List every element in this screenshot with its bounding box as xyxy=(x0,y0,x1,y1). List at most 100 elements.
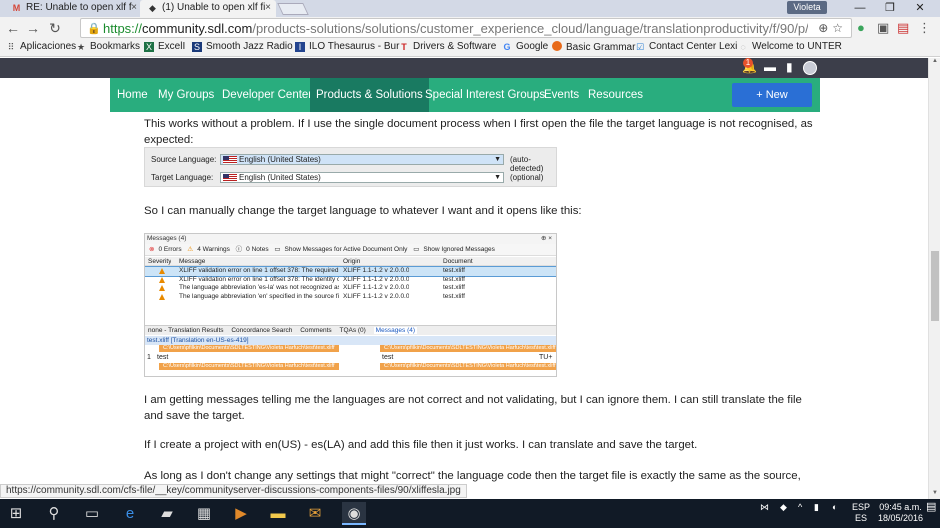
note-icon: ⓘ xyxy=(235,246,243,253)
post-paragraph: This works without a problem. If I use t… xyxy=(144,118,813,146)
chevron-down-icon: ▼ xyxy=(494,156,501,163)
bookmark-icon[interactable]: ▮ xyxy=(786,60,793,74)
messages-panel-screenshot[interactable]: Messages (4) ⊕ × ⊗ 0 Errors ⚠ 4 Warnings ⓘ 0… xyxy=(144,233,557,377)
volume-icon[interactable]: ◐ xyxy=(832,502,837,513)
scrollbar-thumb[interactable] xyxy=(931,251,939,321)
new-tab-button[interactable] xyxy=(277,3,309,15)
target-language-select: English (United States) ▼ xyxy=(220,172,504,183)
nav-developer-center[interactable]: Developer Center xyxy=(216,78,318,112)
close-window-button[interactable]: ✕ xyxy=(905,0,935,17)
bookmark-drivers[interactable]: T Drivers & Software xyxy=(399,41,496,52)
excel-icon: X xyxy=(144,42,154,52)
windows-start-icon[interactable]: ⊞ xyxy=(4,502,28,525)
warning-icon: ⚠ xyxy=(187,246,194,253)
back-icon[interactable]: ← xyxy=(4,19,22,37)
warning-icon xyxy=(159,285,165,291)
contact-icon: ☑ xyxy=(635,42,645,52)
un-icon: ◌ xyxy=(740,42,746,52)
store-icon[interactable]: ▦ xyxy=(192,502,216,525)
address-bar[interactable]: 🔒 https://community.sdl.com/products-sol… xyxy=(80,18,852,38)
grammar-icon xyxy=(552,41,562,51)
notification-badge: 1 xyxy=(743,58,753,68)
tools-icon: T xyxy=(401,42,407,52)
editor-segments: C:\Users\pfilkin\Documents\SDLTESTING\Vi… xyxy=(145,345,556,376)
tray-chevron-icon[interactable]: ^ xyxy=(798,502,802,513)
windows-taskbar: ⊞ ⚲ ▭ e ▰ ▦ ▶ ▬ ✉ S ◉ ⋈ ◆ ^ ▮ ◐ ESPES 09… xyxy=(0,499,940,528)
nav-home[interactable]: Home xyxy=(111,78,154,112)
google-icon: G xyxy=(503,42,511,52)
profile-button[interactable]: Violeta xyxy=(787,1,827,14)
action-center-icon[interactable]: ▤ xyxy=(926,502,936,513)
nav-resources[interactable]: Resources xyxy=(582,78,649,112)
bookmark-apps[interactable]: ⠿ Aplicaciones xyxy=(6,41,76,52)
post-paragraph: As long as I don't change any settings t… xyxy=(144,470,801,482)
scroll-down-icon[interactable]: ▼ xyxy=(929,490,940,496)
clock[interactable]: 09:45 a.m. 18/05/2016 xyxy=(878,502,923,524)
post-paragraph: If I create a project with en(US) - es(L… xyxy=(144,439,698,451)
task-view-icon[interactable]: ▭ xyxy=(80,502,104,525)
bookmark-un[interactable]: ◌ Welcome to UNTER xyxy=(738,41,842,52)
mail-app-icon[interactable]: ✉ xyxy=(303,502,327,525)
tray-people-icon[interactable]: ⋈ xyxy=(760,502,769,513)
warning-icon xyxy=(159,268,165,274)
document-icon: ▭ xyxy=(413,246,420,253)
reload-icon[interactable]: ↻ xyxy=(46,19,64,37)
bookmark-contact-center[interactable]: ☑ Contact Center Lexi xyxy=(635,41,737,52)
warning-icon xyxy=(159,276,165,283)
document-icon: ▭ xyxy=(274,246,281,253)
search-icon[interactable]: ⚲ xyxy=(42,502,66,525)
nav-my-groups[interactable]: My Groups xyxy=(152,78,220,112)
language-settings-screenshot: Source Language: English (United States)… xyxy=(144,147,557,187)
file-explorer-icon[interactable]: ▰ xyxy=(155,502,179,525)
scroll-up-icon[interactable]: ▲ xyxy=(929,58,940,64)
messages-icon[interactable]: ▬ xyxy=(764,60,776,74)
web-page: 🔔 1 ▬ ▮ Home My Groups Developer Center … xyxy=(0,58,928,484)
page-scrollbar[interactable]: ▲ ▼ xyxy=(928,58,940,499)
messages-table-body: XLIFF validation error on line 1 offset … xyxy=(145,266,556,302)
site-top-strip: 🔔 1 ▬ ▮ xyxy=(0,58,928,78)
bookmark-star-icon[interactable]: ⊕☆ xyxy=(818,21,847,35)
bookmark-google[interactable]: G Google xyxy=(502,41,548,52)
evernote-extension-icon[interactable]: ● xyxy=(857,20,865,35)
tray-icon[interactable]: ◆ xyxy=(780,502,787,513)
forward-icon[interactable]: → xyxy=(24,19,42,37)
chrome-taskbar-icon[interactable]: ◉ xyxy=(342,502,366,525)
table-row: The language abbreviation 'en' specified… xyxy=(145,293,556,302)
nav-products-solutions[interactable]: Products & Solutions xyxy=(310,78,429,112)
bookmark-jazz-radio[interactable]: S Smooth Jazz Radio xyxy=(192,41,293,52)
nav-special-interest-groups[interactable]: Special Interest Groups xyxy=(419,78,551,112)
sdl-community-icon: ◆ xyxy=(149,3,156,13)
tray-network-icon[interactable]: ▮ xyxy=(814,502,819,513)
close-tab-icon[interactable]: × xyxy=(265,2,271,13)
status-link-preview: https://community.sdl.com/cfs-file/__key… xyxy=(0,484,467,498)
table-row: The language abbreviation 'es-la' was no… xyxy=(145,284,556,293)
apps-grid-icon: ⠿ xyxy=(7,42,15,52)
pdf-extension-icon[interactable]: ▤ xyxy=(897,20,909,36)
browser-tab-strip: M RE: Unable to open xlf f × ◆ (1) Unabl… xyxy=(0,0,940,17)
edge-icon[interactable]: e xyxy=(118,502,142,525)
site-navbar: Home My Groups Developer Center Products… xyxy=(110,78,820,112)
tab-gmail[interactable]: M RE: Unable to open xlf f × xyxy=(4,0,142,17)
url-text[interactable]: https://community.sdl.com/products-solut… xyxy=(103,21,808,36)
bookmark-excel[interactable]: X ExcelI xyxy=(144,41,185,52)
bookmark-bookmarks[interactable]: ★ Bookmarks xyxy=(76,41,140,52)
nav-events[interactable]: Events xyxy=(538,78,585,112)
folder-icon[interactable]: ▬ xyxy=(266,502,290,525)
tab-sdl-community[interactable]: ◆ (1) Unable to open xlf fi × xyxy=(140,0,276,17)
new-post-button[interactable]: + New xyxy=(732,83,812,107)
maximize-button[interactable]: ❐ xyxy=(875,0,905,17)
input-language[interactable]: ESP ES xyxy=(852,502,870,524)
extension-icon[interactable]: ▣ xyxy=(877,20,889,36)
panel-tabs: none - Translation Results Concordance S… xyxy=(145,325,556,335)
tab-title: RE: Unable to open xlf f xyxy=(26,2,132,13)
bookmarks-bar: ⠿ Aplicaciones ★ Bookmarks X ExcelI S Smooth… xyxy=(0,39,940,57)
us-flag-icon xyxy=(223,156,237,164)
user-avatar[interactable] xyxy=(803,61,817,75)
minimize-button[interactable]: — xyxy=(845,0,875,17)
close-tab-icon[interactable]: × xyxy=(131,2,137,13)
menu-icon[interactable]: ⋮ xyxy=(918,20,931,36)
bookmark-grammar[interactable]: Basic Grammar xyxy=(552,41,635,53)
bookmark-ilo[interactable]: I ILO Thesaurus - Bur xyxy=(295,41,399,52)
media-icon[interactable]: ▶ xyxy=(229,502,253,525)
target-language-row: Target Language: English (United States)… xyxy=(151,172,544,183)
